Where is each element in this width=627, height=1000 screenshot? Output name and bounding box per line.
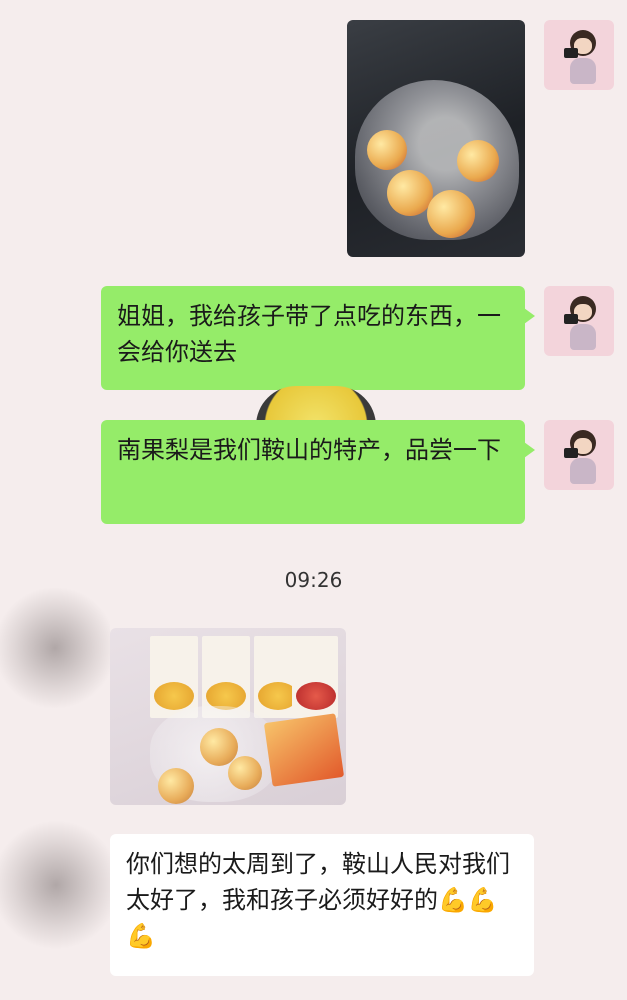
sent-message-bubble[interactable]: 姐姐，我给孩子带了点吃的东西，一会给你送去: [101, 286, 535, 390]
pear: [367, 130, 407, 170]
sent-photo-pears-bag[interactable]: [347, 20, 525, 257]
received-message-bubble[interactable]: 你们想的太周到了，鞍山人民对我们太好了，我和孩子必须好好的💪💪💪: [110, 834, 534, 976]
my-avatar[interactable]: [544, 420, 614, 490]
chat-area: 姐姐，我给孩子带了点吃的东西，一会给你送去 南果梨是我们鞍山的特产，品尝一下 0…: [0, 0, 627, 1000]
avatar-camera: [564, 314, 578, 324]
pear: [457, 140, 499, 182]
received-photo-snacks[interactable]: [110, 628, 346, 805]
message-text: 你们想的太周到了，鞍山人民对我们太好了，我和孩子必须好好的💪💪💪: [126, 850, 510, 950]
snack-pack: [292, 636, 338, 718]
contact-avatar-blurred[interactable]: [0, 820, 112, 950]
pack-image: [154, 682, 194, 710]
avatar-camera: [564, 48, 578, 58]
my-avatar[interactable]: [544, 286, 614, 356]
contact-avatar-blurred[interactable]: [0, 588, 110, 708]
snack-pack: [150, 636, 198, 718]
pack-image: [296, 682, 336, 710]
avatar-body: [570, 458, 596, 484]
pear: [427, 190, 475, 238]
avatar-body: [570, 58, 596, 84]
avatar-body: [570, 324, 596, 350]
pear: [158, 768, 194, 804]
avatar-camera: [564, 448, 578, 458]
pear: [228, 756, 262, 790]
message-text: 姐姐，我给孩子带了点吃的东西，一会给你送去: [117, 302, 501, 366]
message-text: 南果梨是我们鞍山的特产，品尝一下: [117, 436, 501, 464]
snack-box: [263, 713, 345, 787]
sent-message-bubble[interactable]: 南果梨是我们鞍山的特产，品尝一下: [101, 420, 535, 524]
pear: [387, 170, 433, 216]
my-avatar[interactable]: [544, 20, 614, 90]
